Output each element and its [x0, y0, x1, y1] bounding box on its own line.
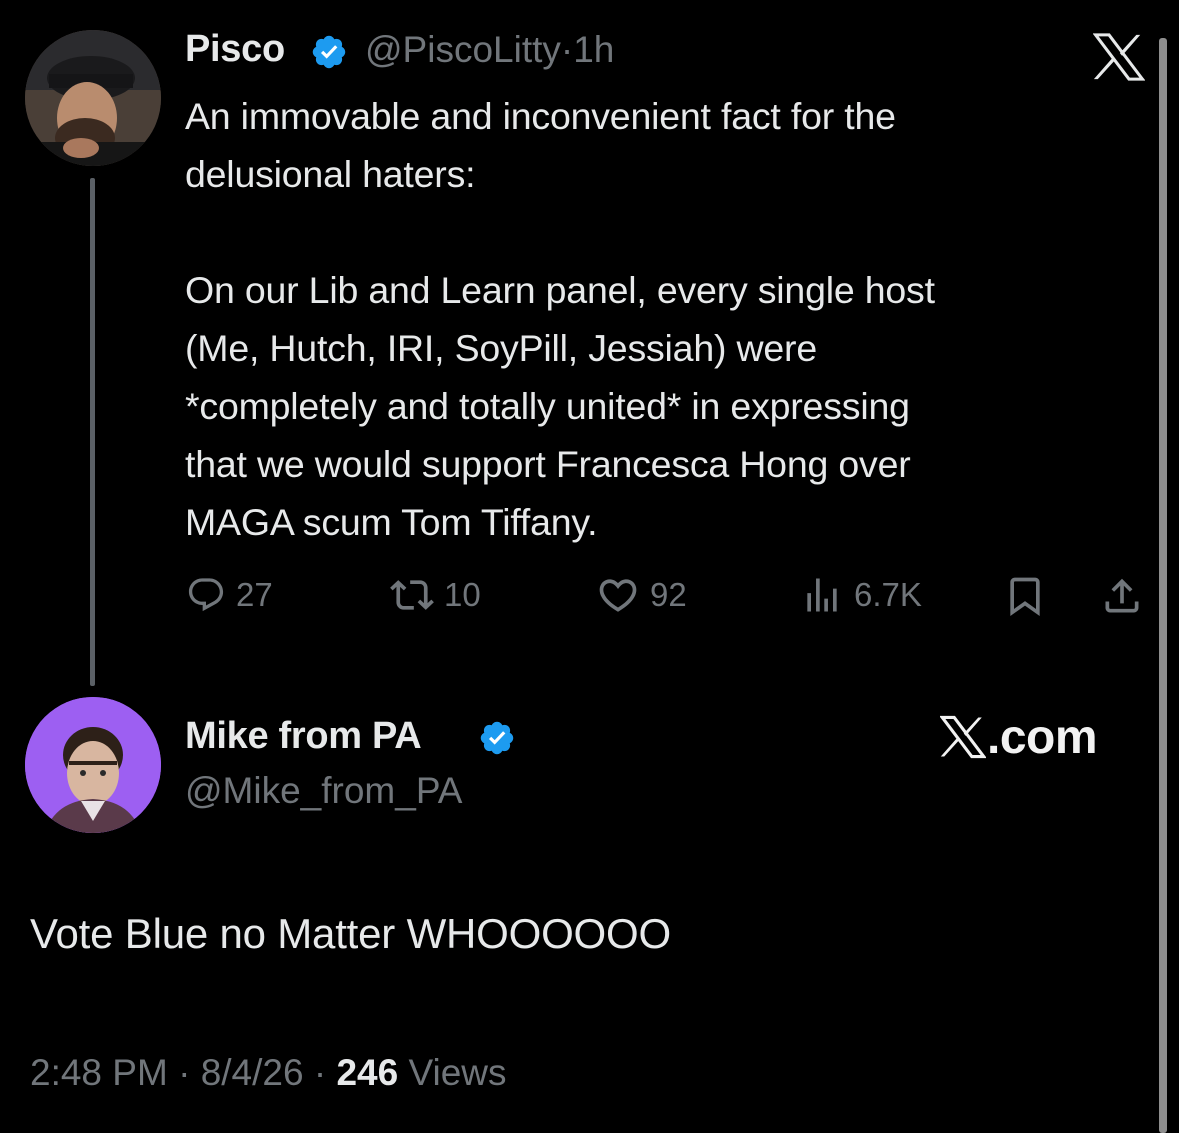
author-handle[interactable]: @PiscoLitty [365, 29, 561, 70]
thread-connector-line [90, 178, 95, 686]
separator-dot: · [560, 29, 574, 70]
reply-views-label: Views [408, 1052, 507, 1093]
like-button[interactable]: 92 [596, 572, 687, 618]
separator-dot: · [178, 1052, 191, 1093]
reply-date[interactable]: 8/4/26 [201, 1052, 304, 1093]
views-icon [807, 578, 837, 612]
x-logo-icon [1093, 33, 1145, 81]
reply-button[interactable]: 27 [186, 572, 273, 618]
tweet-text: An immovable and inconvenient fact for t… [185, 95, 935, 543]
author-handle-line[interactable]: @PiscoLitty·1h [365, 29, 614, 71]
repost-count: 10 [444, 576, 481, 613]
tweet-time[interactable]: 1h [573, 29, 614, 70]
x-logo-icon [940, 715, 986, 759]
separator-dot: · [313, 1052, 327, 1093]
reply-count: 27 [236, 576, 273, 613]
verified-badge-icon [480, 721, 514, 755]
like-count: 92 [650, 576, 687, 613]
reply-icon [188, 578, 224, 612]
reply-meta: 2:48 PM · 8/4/26 · 246 Views [30, 1052, 507, 1094]
x-com-watermark: .com [940, 706, 1098, 768]
share-icon[interactable] [1100, 574, 1144, 618]
author-name[interactable]: Pisco [185, 28, 285, 71]
reply-author-handle[interactable]: @Mike_from_PA [185, 770, 462, 812]
views-count: 6.7K [854, 576, 922, 613]
avatar-mike-from-pa[interactable] [25, 697, 161, 833]
views-button[interactable]: 6.7K [800, 572, 922, 618]
like-icon [599, 579, 637, 612]
avatar-pisco[interactable] [25, 30, 161, 166]
repost-button[interactable]: 10 [390, 572, 481, 618]
verified-badge-icon [312, 35, 346, 69]
reply-time[interactable]: 2:48 PM [30, 1052, 168, 1093]
repost-icon [390, 580, 434, 610]
reply-author-name[interactable]: Mike from PA [185, 715, 422, 758]
reply-text: Vote Blue no Matter WHOOOOOO [30, 910, 671, 957]
bookmark-icon[interactable] [1003, 574, 1047, 618]
reply-views-count: 246 [336, 1052, 399, 1093]
scrollbar[interactable] [1159, 38, 1167, 1133]
watermark-text: .com [987, 710, 1098, 764]
